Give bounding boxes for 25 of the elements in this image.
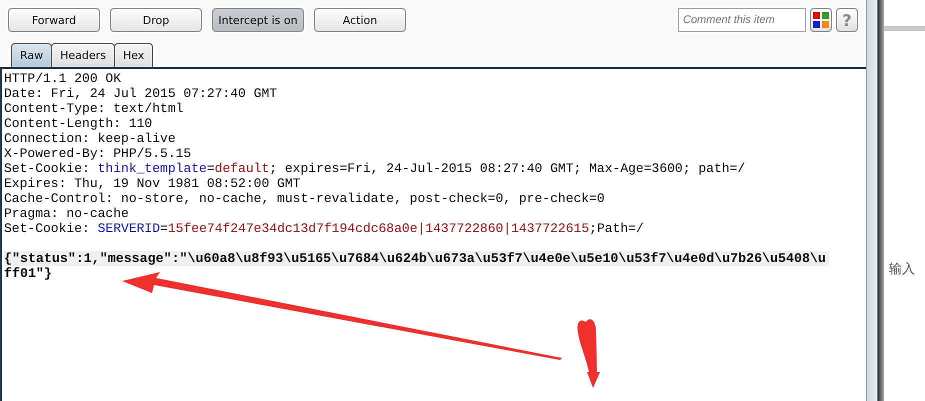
toolbar-button[interactable]: Action xyxy=(314,8,406,32)
color-grid-icon xyxy=(813,12,829,28)
header-line: Connection: keep-alive xyxy=(4,131,176,146)
highlight-button[interactable] xyxy=(810,8,832,32)
comment-field[interactable]: Comment this item xyxy=(678,8,806,32)
response-body: {"status":1,"message":"\u60a8\u8f93\u5165\u7684\u624b\u673a\u53f7\u4e0e\u5e10\u53f7\u4e0d\u7b26\u5408\uff01"} xyxy=(4,251,830,281)
tab[interactable]: Headers xyxy=(51,43,115,67)
toolbar-button[interactable]: Forward xyxy=(8,8,100,32)
tab[interactable]: Raw xyxy=(11,43,52,67)
header-line: HTTP/1.1 200 OK xyxy=(4,71,122,86)
header-line: Date: Fri, 24 Jul 2015 07:27:40 GMT xyxy=(4,86,278,101)
header-line: Set-Cookie: think_template=default; expires=Fri, 24-Jul-2015 08:27:40 GMT; Max-Age=3600; path=/ xyxy=(4,161,746,176)
header-line: Cache-Control: no-store, no-cache, must-revalidate, post-check=0, pre-check=0 xyxy=(4,191,605,206)
header-line: Content-Length: 110 xyxy=(4,116,152,131)
header-line: Content-Type: text/html xyxy=(4,101,184,116)
toolbar-button[interactable]: Intercept is on xyxy=(212,8,304,32)
header-line: X-Powered-By: PHP/5.5.15 xyxy=(4,146,192,161)
tab[interactable]: Hex xyxy=(114,43,154,67)
side-text: 输入 xyxy=(889,261,916,278)
toolbar-button[interactable]: Drop xyxy=(110,8,202,32)
scrollbar[interactable] xyxy=(866,0,878,401)
response-editor[interactable] xyxy=(0,69,866,401)
header-line: Expires: Thu, 19 Nov 1981 08:52:00 GMT xyxy=(4,176,300,191)
header-line: Pragma: no-cache xyxy=(4,206,129,221)
header-line: Set-Cookie: SERVERID=15fee74f247e34dc13d7f194cdc68a0e|1437722860|1437722615;Path=/ xyxy=(4,221,644,236)
